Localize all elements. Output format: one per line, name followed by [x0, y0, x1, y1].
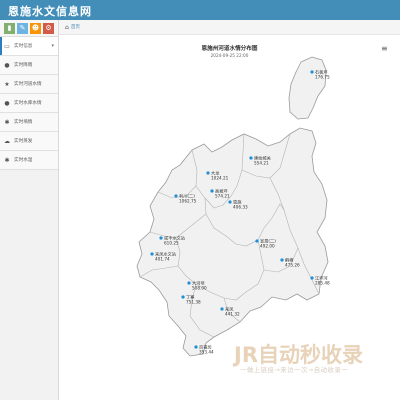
sidebar-item-label: 实时河道水情 [14, 82, 42, 87]
sidebar-item-label: 实时墒情 [14, 120, 33, 125]
station-point[interactable] [174, 194, 178, 198]
station-point[interactable] [280, 258, 284, 262]
station-point[interactable] [194, 345, 198, 349]
cloud-icon: ☁ [4, 137, 10, 145]
asterisk-icon: ✱ [4, 118, 10, 126]
map-subtitle: 2024-09-25 22:00 [210, 53, 249, 58]
cogs-icon[interactable]: ⚙ [43, 22, 54, 34]
station-point[interactable] [159, 236, 163, 240]
station-value: 574.21 [215, 194, 230, 199]
map-title: 恩施州河道水情分布图 [201, 46, 258, 52]
station-point[interactable] [228, 200, 232, 204]
station-value: 508.00 [192, 286, 207, 291]
sidebar-item-evaporation[interactable]: ☁ 实时蒸发 [0, 132, 58, 151]
sidebar-item-soil-moisture[interactable]: ✱ 实时墒情 [0, 113, 58, 132]
station-value: 1062.75 [179, 199, 197, 204]
sidebar-item-reservoir-water[interactable]: ● 实时水库水情 [0, 94, 58, 113]
chart-icon[interactable]: ▮ [4, 22, 15, 34]
station-value: 751.38 [186, 300, 201, 305]
watermark: JR自动秒收录 一做上链接→来访一次→自动收录一 [234, 339, 384, 384]
station-point[interactable] [206, 171, 210, 175]
star-icon: ★ [4, 80, 10, 88]
station-value: 353.44 [199, 350, 214, 355]
app-title[interactable]: 恩施水文信息网 [8, 3, 92, 19]
station-value: 401.74 [155, 257, 170, 262]
sidebar-item-label: 实时蒸发 [14, 139, 33, 144]
station-point[interactable] [220, 307, 224, 311]
pencil-icon[interactable]: ✎ [17, 22, 28, 34]
sidebar-item-water-temp[interactable]: ✱ 实时水温 [0, 151, 58, 170]
sidebar-item-label: 实时水温 [14, 158, 33, 163]
station-point[interactable] [210, 189, 214, 193]
station-value: 492.00 [260, 244, 275, 249]
sidebar-shortcuts: ▮ ✎ ☻ ⚙ [0, 20, 58, 37]
station-point[interactable] [255, 239, 259, 243]
hamburger-icon[interactable]: ≡ [381, 44, 388, 53]
sidebar-item-label: 实时水库水情 [14, 101, 42, 106]
desktop-icon: ▭ [4, 42, 10, 50]
station-value: 285.48 [315, 281, 330, 286]
sidebar-item-rainfall[interactable]: ● 实时降雨 [0, 56, 58, 75]
sidebar: ▮ ✎ ☻ ⚙ ▭ 实时信息 ▾ ● 实时降雨 ★ 实时河道水情 ● 实时水库水… [0, 20, 59, 400]
station-value: 176.75 [315, 75, 330, 80]
sidebar-item-label: 实时信息 [14, 44, 33, 49]
station-point[interactable] [249, 156, 253, 160]
station-point[interactable] [310, 276, 314, 280]
chevron-down-icon: ▾ [51, 43, 54, 49]
raindrop-icon: ● [4, 61, 10, 69]
asterisk-icon: ✱ [4, 156, 10, 164]
station-point[interactable] [187, 281, 191, 285]
raindrop-icon: ● [4, 99, 10, 107]
station-value: 1024.21 [211, 176, 229, 181]
watermark-tagline: 一做上链接→来访一次→自动收录一 [240, 366, 349, 374]
sidebar-item-river-water[interactable]: ★ 实时河道水情 [0, 75, 58, 94]
station-point[interactable] [310, 70, 314, 74]
sidebar-item-label: 实时降雨 [14, 63, 33, 68]
station-value: 554.21 [254, 161, 269, 166]
station-value: 441.32 [225, 312, 240, 317]
users-icon[interactable]: ☻ [30, 22, 41, 34]
top-navbar: 恩施水文信息网 [0, 0, 400, 20]
station-value: 406.33 [233, 205, 248, 210]
sidebar-item-realtime-info[interactable]: ▭ 实时信息 ▾ [0, 37, 58, 56]
station-point[interactable] [150, 252, 154, 256]
station-value: 475.26 [285, 263, 300, 268]
station-point[interactable] [181, 295, 185, 299]
station-value: 610.25 [164, 241, 179, 246]
